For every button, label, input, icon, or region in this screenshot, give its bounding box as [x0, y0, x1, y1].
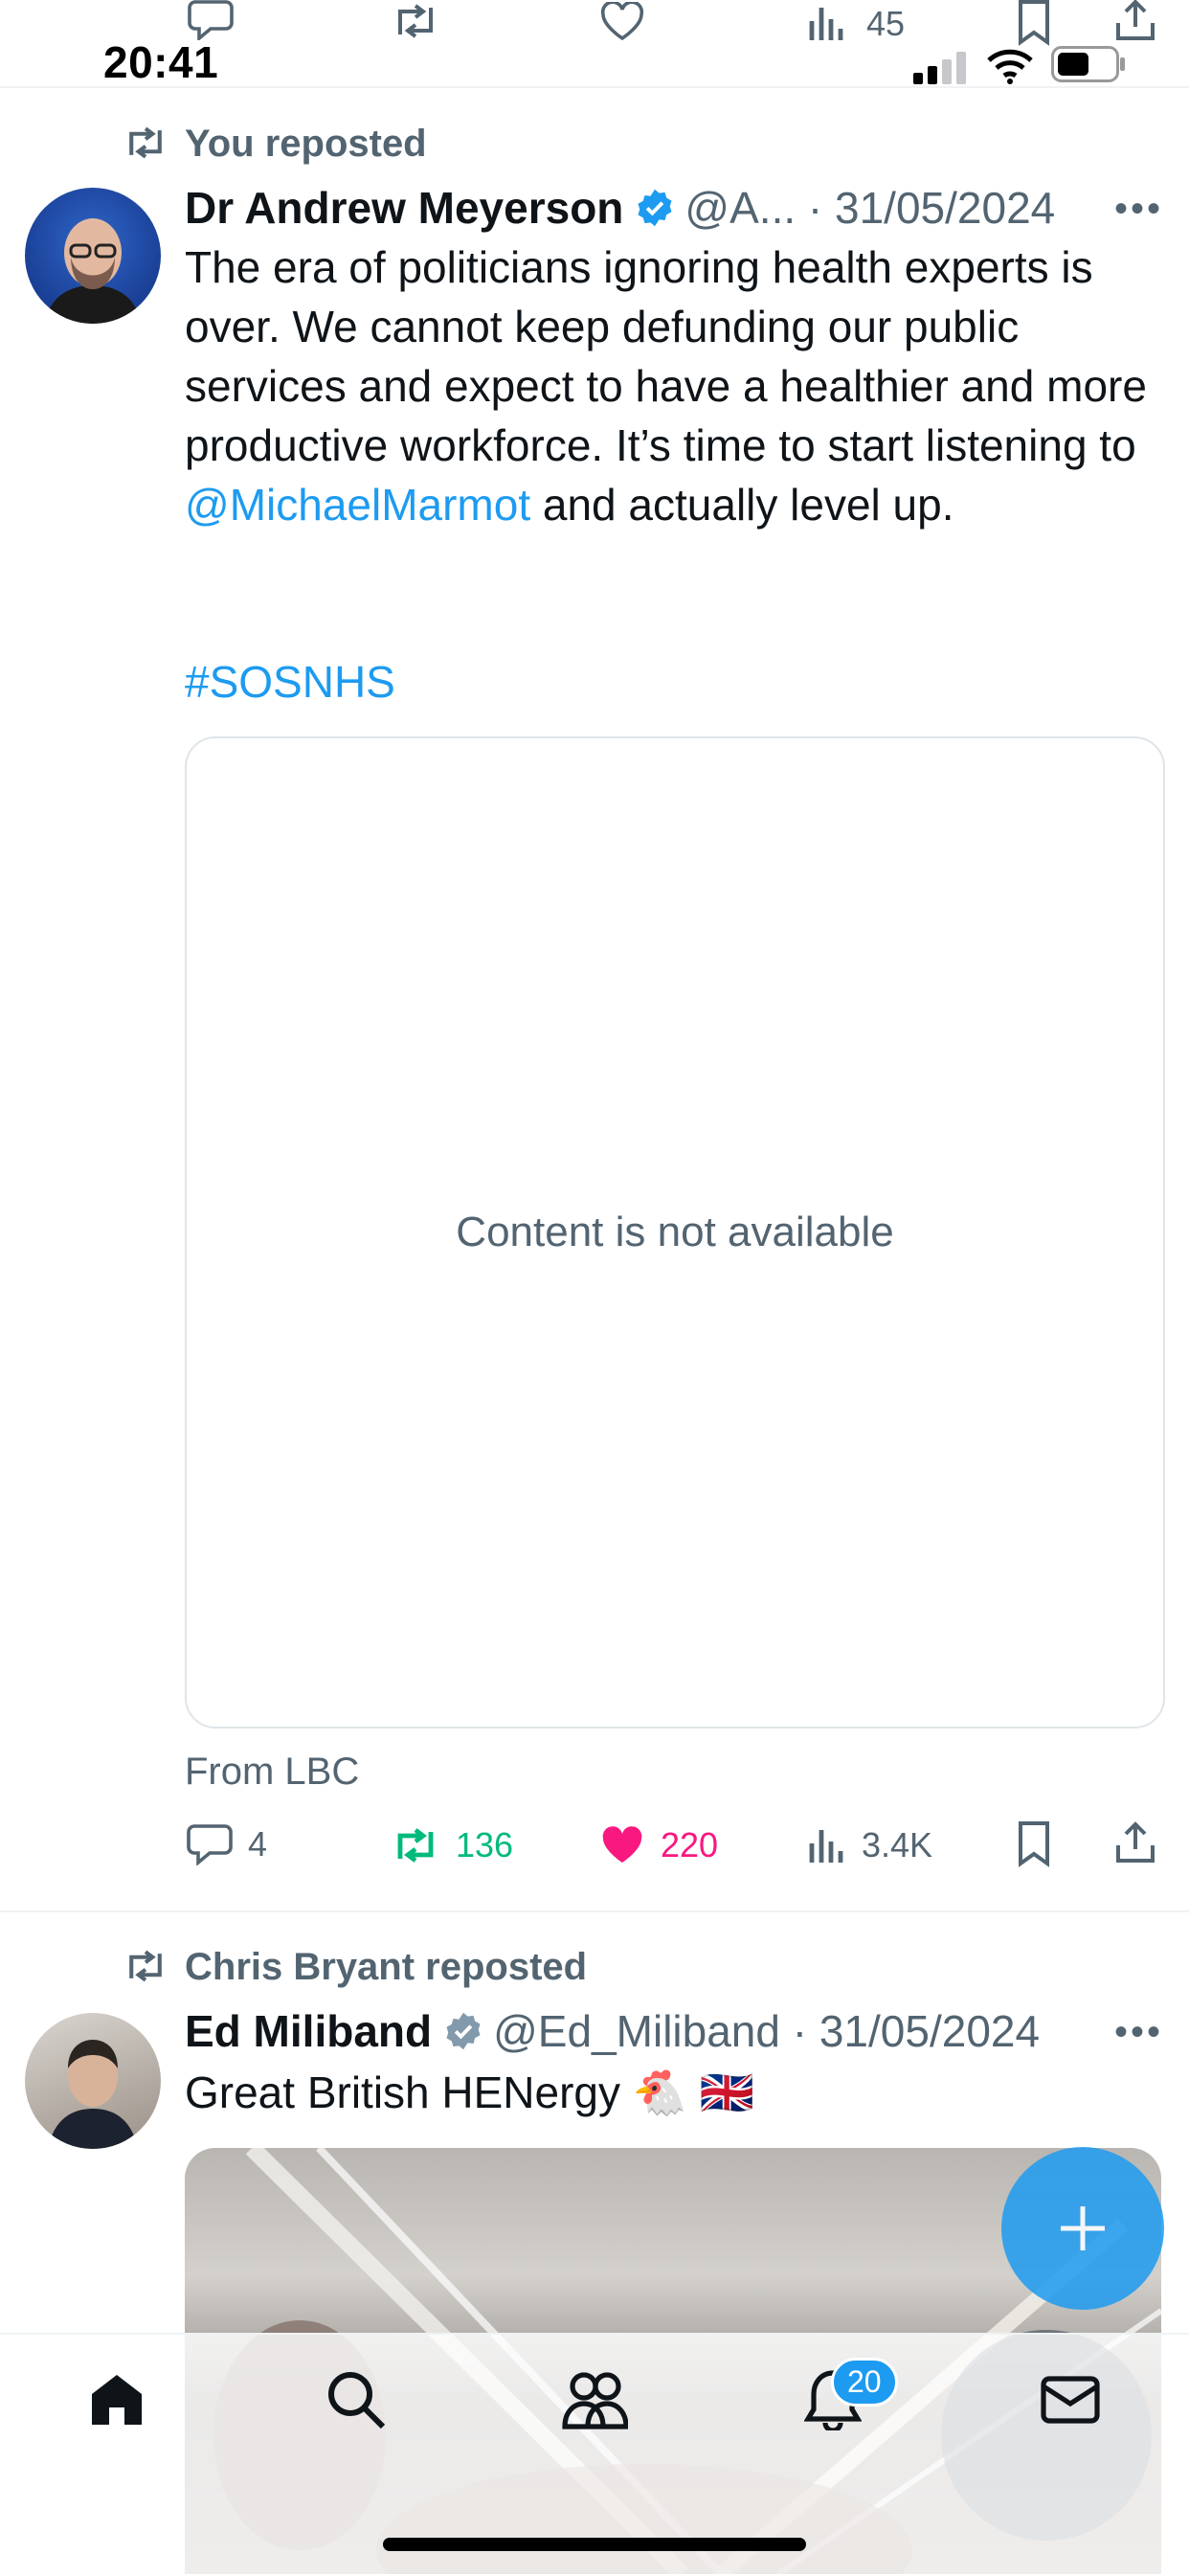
bookmark-icon[interactable]: [1015, 1821, 1053, 1867]
repost-button[interactable]: 136: [391, 1825, 513, 1865]
notifications-badge: 20: [831, 2358, 898, 2407]
wifi-icon: [986, 48, 1034, 84]
author-name[interactable]: Ed Miliband: [185, 2005, 432, 2057]
repost-indicator-icon: [123, 126, 168, 159]
media-unavailable-message: Content is not available: [456, 1209, 894, 1255]
battery-icon: [1051, 46, 1128, 82]
author-name[interactable]: Dr Andrew Meyerson: [185, 182, 623, 234]
views-count: 45: [866, 4, 906, 43]
share-icon[interactable]: [1114, 0, 1156, 42]
views-button[interactable]: 3.4K: [808, 1825, 932, 1865]
home-icon[interactable]: [86, 2369, 147, 2430]
messages-icon[interactable]: [1040, 2373, 1101, 2427]
views-count: 3.4K: [862, 1825, 933, 1864]
compose-button[interactable]: [1001, 2147, 1164, 2310]
home-indicator: [383, 2538, 806, 2551]
repost-icon[interactable]: [391, 4, 440, 38]
repost-label: Chris Bryant reposted: [185, 1946, 588, 1988]
views-icon[interactable]: [808, 4, 846, 42]
reply-icon[interactable]: [188, 0, 234, 40]
tweet-text-part: The era of politicians ignoring health e…: [185, 242, 1147, 470]
media-source: From LBC: [185, 1751, 360, 1793]
repost-count: 136: [456, 1825, 514, 1864]
reply-button[interactable]: 4: [187, 1823, 267, 1865]
repost-label: You reposted: [185, 123, 427, 165]
repost-indicator-icon: [123, 1950, 168, 1982]
tweet-divider: [0, 1910, 1189, 1912]
more-options-icon[interactable]: •••: [1114, 188, 1163, 231]
reply-icon: [187, 1823, 233, 1865]
share-icon[interactable]: [1114, 1821, 1156, 1865]
media-placeholder: Content is not available: [185, 736, 1165, 1729]
tweet-text: The era of politicians ignoring health e…: [185, 237, 1161, 534]
hashtag-link[interactable]: #SOSNHS: [185, 652, 395, 712]
verified-badge-icon: [635, 188, 675, 228]
handle-and-date: @Ed_Miliband · 31/05/2024: [493, 2006, 1041, 2056]
like-count: 220: [661, 1825, 719, 1864]
like-button[interactable]: 220: [599, 1825, 718, 1865]
communities-icon[interactable]: [561, 2369, 628, 2430]
tweet-text: Great British HENergy 🐔 🇬🇧: [185, 2068, 755, 2117]
views-icon: [808, 1825, 846, 1865]
like-icon[interactable]: [599, 2, 645, 40]
repost-icon: [391, 1827, 440, 1864]
mention-link[interactable]: @MichaelMarmot: [185, 480, 530, 530]
more-options-icon[interactable]: •••: [1114, 2011, 1163, 2054]
handle-and-date: @A... · 31/05/2024: [684, 183, 1056, 233]
verified-badge-icon: [443, 2011, 483, 2051]
avatar[interactable]: [25, 2013, 161, 2149]
reply-count: 4: [248, 1824, 268, 1864]
search-icon[interactable]: [325, 2369, 387, 2430]
bookmark-icon[interactable]: [1015, 0, 1053, 46]
tweet-text-part: and actually level up.: [530, 480, 954, 530]
avatar[interactable]: [25, 188, 161, 324]
like-icon: [599, 1825, 645, 1865]
status-time: 20:41: [103, 37, 219, 87]
signal-icon: [913, 52, 967, 84]
